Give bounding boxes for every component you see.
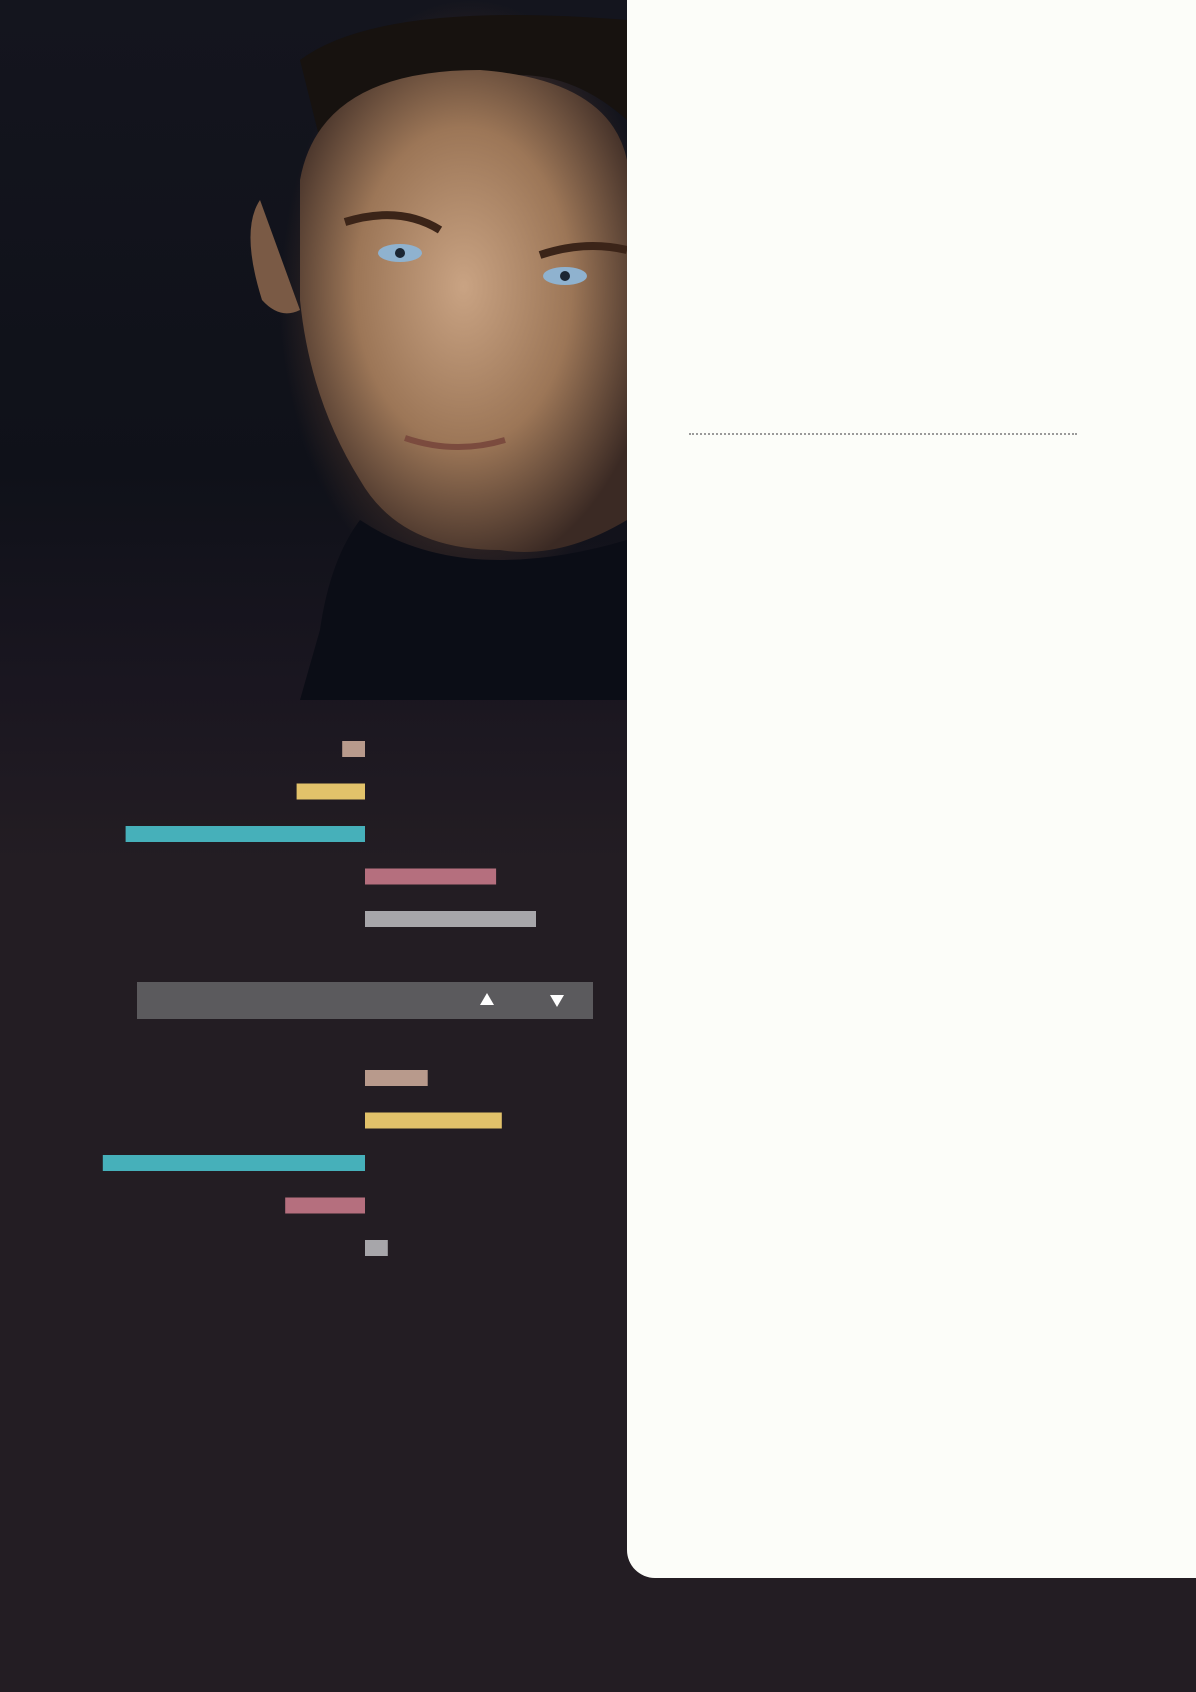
bar-bottom-5 bbox=[365, 1240, 388, 1256]
chart-canvas bbox=[102, 741, 536, 1256]
bottom-bar-chart bbox=[102, 1070, 502, 1256]
dotted-divider bbox=[689, 433, 1077, 435]
bar-bottom-2 bbox=[365, 1112, 502, 1129]
bar-top-5 bbox=[365, 911, 536, 927]
triangle-down-icon[interactable] bbox=[550, 995, 564, 1007]
bar-top-2 bbox=[296, 783, 365, 800]
sort-toolbar bbox=[137, 982, 593, 1019]
left-panel bbox=[0, 0, 627, 1692]
bar-bottom-4 bbox=[285, 1197, 365, 1214]
bar-bottom-3 bbox=[102, 1155, 366, 1171]
bar-top-1 bbox=[342, 741, 365, 757]
triangle-up-icon[interactable] bbox=[480, 993, 494, 1005]
bar-bottom-1 bbox=[365, 1070, 428, 1086]
top-bar-chart bbox=[125, 741, 536, 927]
bar-top-4 bbox=[365, 868, 497, 885]
content-panel bbox=[627, 0, 1196, 1578]
bar-top-3 bbox=[125, 826, 365, 842]
